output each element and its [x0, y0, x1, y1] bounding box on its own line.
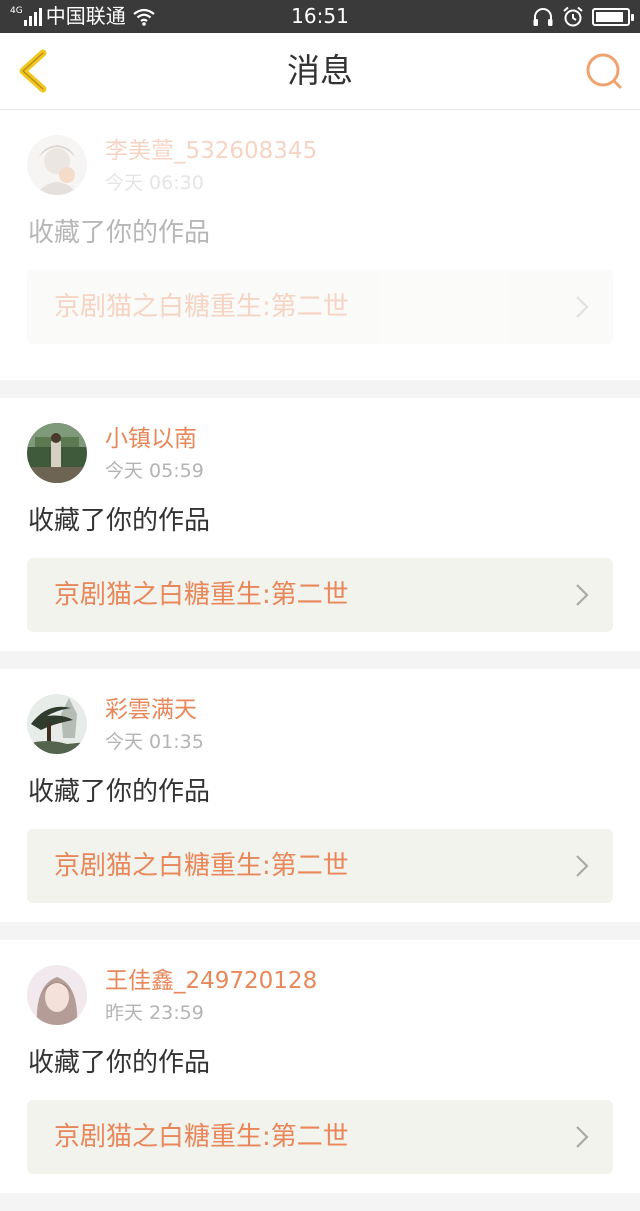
- message-time: 今天 05:59: [105, 460, 204, 482]
- message-time: 今天 01:35: [105, 731, 204, 753]
- chevron-right-icon: [576, 1126, 589, 1148]
- message-action: 收藏了你的作品: [28, 506, 211, 536]
- headphones-icon: [533, 8, 553, 26]
- message-list: 李美萱_532608345 今天 06:30 收藏了你的作品 京剧猫之白糖重生:…: [0, 110, 640, 1211]
- battery-icon: [592, 8, 634, 26]
- battery-level: [596, 12, 623, 22]
- avatar-photo-outdoor-icon: [27, 423, 87, 483]
- work-title: 京剧猫之白糖重生:第二世: [54, 580, 349, 610]
- alarm-icon: [563, 6, 583, 27]
- page-title: 消息: [287, 51, 353, 90]
- work-title: 京剧猫之白糖重生:第二世: [54, 851, 349, 881]
- avatar-portrait-girl-icon: [27, 965, 87, 1025]
- avatar[interactable]: [27, 135, 87, 195]
- message-action: 收藏了你的作品: [28, 218, 211, 248]
- nav-bar: 消息: [0, 33, 640, 110]
- chevron-right-icon: [576, 296, 589, 318]
- message-card[interactable]: 小镇以南 今天 05:59 收藏了你的作品 京剧猫之白糖重生:第二世: [0, 398, 640, 651]
- chevron-right-icon: [576, 584, 589, 606]
- message-time: 今天 06:30: [105, 172, 204, 194]
- message-card[interactable]: 彩雲满天 今天 01:35 收藏了你的作品 京剧猫之白糖重生:第二世: [0, 669, 640, 922]
- message-time: 昨天 23:59: [105, 1002, 204, 1024]
- username[interactable]: 小镇以南: [105, 424, 197, 454]
- message-action: 收藏了你的作品: [28, 1048, 211, 1078]
- avatar-anime-girl-icon: [27, 135, 87, 195]
- work-title: 京剧猫之白糖重生:第二世: [54, 292, 349, 322]
- avatar[interactable]: [27, 694, 87, 754]
- chevron-right-icon: [576, 855, 589, 877]
- work-link[interactable]: 京剧猫之白糖重生:第二世: [27, 558, 613, 632]
- work-link[interactable]: 京剧猫之白糖重生:第二世: [27, 829, 613, 903]
- avatar[interactable]: [27, 965, 87, 1025]
- avatar[interactable]: [27, 423, 87, 483]
- username[interactable]: 彩雲满天: [105, 695, 197, 725]
- message-card[interactable]: 王佳鑫_249720128 昨天 23:59 收藏了你的作品 京剧猫之白糖重生:…: [0, 940, 640, 1193]
- message-card[interactable]: 李美萱_532608345 今天 06:30 收藏了你的作品 京剧猫之白糖重生:…: [0, 110, 640, 380]
- status-bar: 4G 中国联通 16:51: [0, 0, 640, 33]
- username[interactable]: 王佳鑫_249720128: [105, 966, 317, 996]
- search-icon[interactable]: [584, 51, 624, 91]
- username[interactable]: 李美萱_532608345: [105, 136, 317, 166]
- avatar-pine-landscape-icon: [27, 694, 87, 754]
- message-action: 收藏了你的作品: [28, 777, 211, 807]
- work-title: 京剧猫之白糖重生:第二世: [54, 1122, 349, 1152]
- work-link[interactable]: 京剧猫之白糖重生:第二世: [27, 270, 613, 344]
- work-link[interactable]: 京剧猫之白糖重生:第二世: [27, 1100, 613, 1174]
- status-right: [532, 5, 634, 29]
